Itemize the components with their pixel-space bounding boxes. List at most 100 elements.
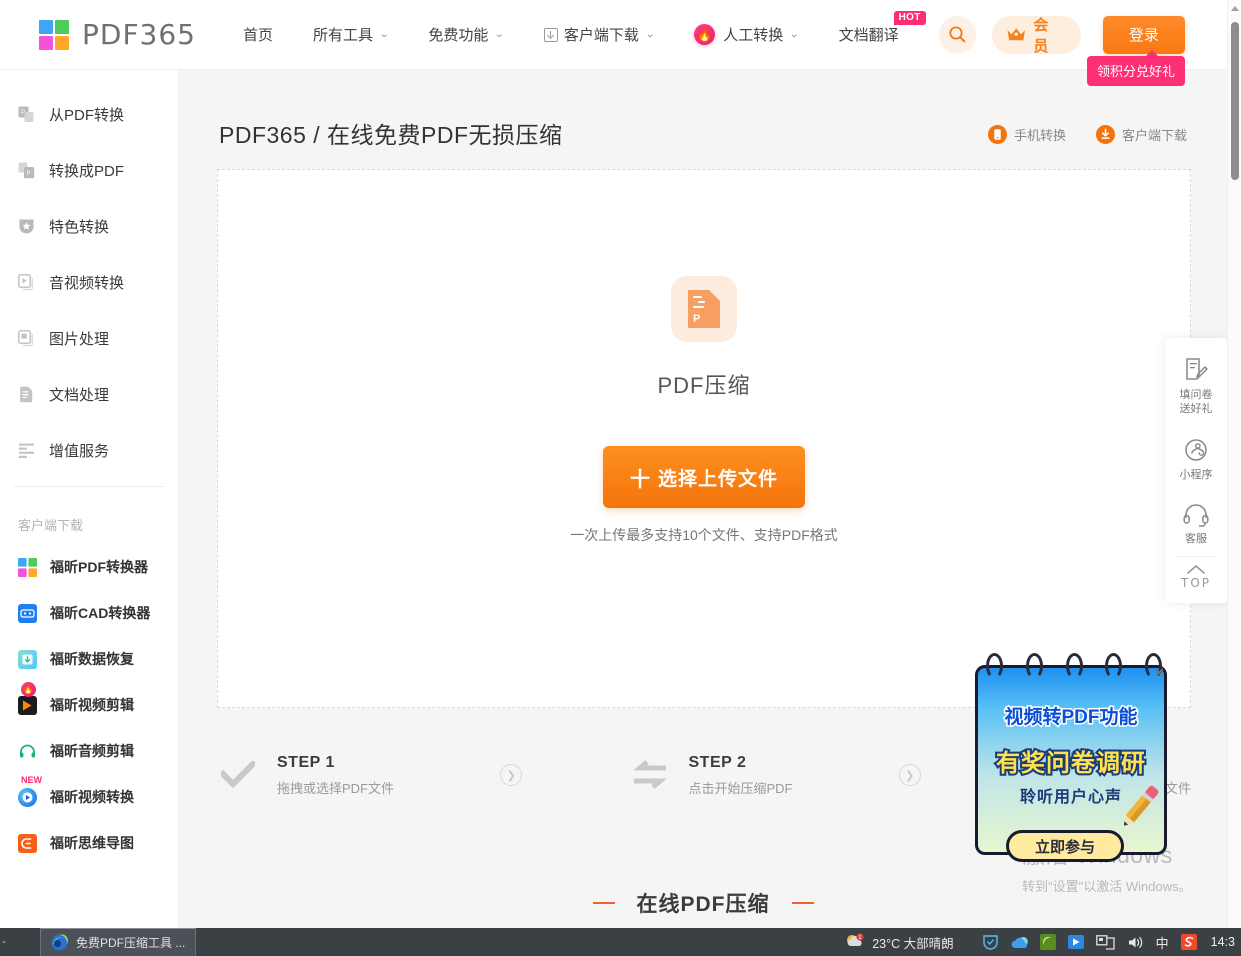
shield-icon[interactable]: [982, 934, 999, 951]
file-dropzone[interactable]: P PDF压缩 十 选择上传文件 一次上传最多支持10个文件、支持PDF格式: [217, 169, 1191, 708]
foxit-pdf-icon: [18, 557, 37, 577]
main-nav: 首页 所有工具 ⌄ 免费功能 ⌄ 客户端下载 ⌄ 🔥 人工转换 ⌄ 文档翻译 H…: [243, 11, 939, 45]
login-button[interactable]: 登录: [1102, 15, 1185, 54]
foxit-mindmap-icon: [18, 833, 37, 853]
nav-label: 客户端下载: [563, 27, 639, 44]
sidebar-item-image[interactable]: 图片处理: [0, 318, 178, 358]
float-miniprogram-button[interactable]: 小程序: [1165, 426, 1227, 492]
scrollbar-thumb[interactable]: [1231, 22, 1239, 180]
crown-icon: [1007, 28, 1025, 41]
sidebar-app-foxit-audio-edit[interactable]: 福昕音频剪辑: [0, 736, 178, 766]
sidebar-item-from-pdf[interactable]: P 从PDF转换: [0, 94, 178, 134]
sidebar-item-featured[interactable]: 特色转换: [0, 206, 178, 246]
section-heading-text: 在线PDF压缩: [636, 893, 770, 916]
top-link-label: 客户端下载: [1121, 128, 1187, 143]
taskbar-weather[interactable]: 1 23°C 大部晴朗: [845, 933, 954, 952]
from-pdf-icon: P: [18, 106, 35, 123]
display-icon[interactable]: [1095, 934, 1115, 950]
sidebar: P 从PDF转换 P 转换成PDF 特色转换 音视频转换 图片处理 文档处理 增…: [0, 70, 179, 928]
chevron-down-icon: ⌄: [378, 29, 390, 40]
new-badge: NEW: [21, 775, 42, 785]
sidebar-app-foxit-cad[interactable]: 福昕CAD转换器: [0, 598, 178, 628]
weather-temp: 23°C: [872, 936, 901, 951]
sidebar-item-document[interactable]: 文档处理: [0, 374, 178, 414]
survey-join-button[interactable]: 立即参与: [1006, 830, 1124, 862]
back-to-top-label: TOP: [1180, 576, 1211, 590]
page-scrollbar[interactable]: [1227, 0, 1241, 928]
sidebar-item-value-added[interactable]: 增值服务: [0, 430, 178, 470]
nav-item-manual-conversion[interactable]: 🔥 人工转换 ⌄: [694, 24, 800, 45]
ime-indicator[interactable]: 中: [1156, 933, 1169, 952]
sidebar-app-foxit-recovery[interactable]: 福昕数据恢复: [0, 644, 178, 674]
survey-icon: [1186, 358, 1208, 380]
vip-label: 会员: [1033, 16, 1049, 55]
sidebar-app-foxit-mindmap[interactable]: 福昕思维导图: [0, 828, 178, 858]
vip-button[interactable]: 会员: [991, 15, 1081, 55]
svg-text:P: P: [27, 171, 31, 177]
nav-item-client-download[interactable]: 客户端下载 ⌄: [543, 24, 655, 45]
scroll-up-button[interactable]: [1228, 0, 1241, 16]
pencil-icon: [1123, 785, 1159, 826]
foxit-recovery-icon: [18, 649, 37, 669]
player-icon[interactable]: [1067, 934, 1084, 950]
sidebar-item-media[interactable]: 音视频转换: [0, 262, 178, 302]
sidebar-app-foxit-video-edit[interactable]: 福昕视频剪辑 🔥: [0, 682, 178, 720]
close-icon[interactable]: ✕: [1150, 664, 1168, 682]
sogou-icon[interactable]: [1180, 934, 1197, 950]
edge-icon: [51, 934, 68, 951]
client-download-link[interactable]: 客户端下载: [1095, 125, 1187, 144]
volume-icon[interactable]: [1127, 935, 1144, 950]
sidebar-app-foxit-pdf[interactable]: 福昕PDF转换器: [0, 552, 178, 582]
taskbar-left: - 免费PDF压缩工具 ...: [0, 928, 197, 956]
list-icon: [18, 442, 35, 459]
dropzone-inner: P PDF压缩 十 选择上传文件 一次上传最多支持10个文件、支持PDF格式: [218, 276, 1190, 545]
foxit-video-edit-icon: [18, 695, 37, 715]
weather-icon: 1: [847, 933, 864, 946]
star-shield-icon: [18, 218, 35, 235]
svg-text:P: P: [693, 313, 700, 325]
section-heading: 在线PDF压缩: [179, 888, 1227, 918]
nav-item-free-features[interactable]: 免费功能 ⌄: [428, 24, 506, 45]
sidebar-app-label: 福昕PDF转换器: [50, 559, 148, 575]
taskbar-right: 1 23°C 大部晴朗 中 14:3: [845, 928, 1241, 956]
float-support-button[interactable]: 客服: [1165, 492, 1227, 556]
nav-item-all-tools[interactable]: 所有工具 ⌄: [313, 24, 390, 45]
search-button[interactable]: [938, 15, 976, 54]
chevron-down-icon: ⌄: [494, 29, 506, 40]
taskbar-clock[interactable]: 14:3: [1211, 935, 1235, 949]
sidebar-item-to-pdf[interactable]: P 转换成PDF: [0, 150, 178, 190]
swap-icon: [629, 754, 671, 796]
mobile-convert-link[interactable]: 手机转换: [987, 125, 1066, 144]
sidebar-app-label: 福昕音频剪辑: [50, 743, 134, 759]
survey-title: 视频转PDF功能: [1003, 706, 1139, 730]
taskbar-active-task[interactable]: 免费PDF压缩工具 ...: [40, 928, 197, 956]
headset-icon: [1183, 504, 1209, 527]
page-title: PDF365 / 在线免费PDF无损压缩: [219, 122, 563, 148]
sidebar-section-title: 客户端下载: [18, 518, 84, 533]
hot-badge: HOT: [893, 11, 926, 25]
foxit-audio-edit-icon: [18, 742, 37, 761]
upload-file-button[interactable]: 十 选择上传文件: [603, 446, 805, 508]
sidebar-item-label: 音视频转换: [49, 274, 125, 292]
site-logo[interactable]: PDF365: [39, 18, 196, 51]
document-icon: [18, 386, 35, 403]
sidebar-app-foxit-video-convert[interactable]: 福昕视频转换 NEW: [0, 775, 178, 812]
heading-dash-left: [592, 902, 615, 904]
onedrive-icon[interactable]: [1011, 935, 1028, 950]
survey-popup[interactable]: ✕ 视频转PDF功能 有奖问卷调研 聆听用户心声 立即参与: [975, 653, 1168, 862]
nav-item-home[interactable]: 首页: [243, 24, 273, 45]
weather-desc: 大部晴朗: [903, 936, 954, 951]
dropzone-hint: 一次上传最多支持10个文件、支持PDF格式: [570, 527, 838, 543]
back-to-top-button[interactable]: TOP: [1165, 557, 1227, 599]
nav-item-doc-translate[interactable]: 文档翻译 HOT: [838, 11, 926, 45]
float-survey-button[interactable]: 填问卷 送好礼: [1165, 346, 1227, 426]
sidebar-item-label: 转换成PDF: [49, 162, 125, 180]
nvidia-icon[interactable]: [1039, 934, 1056, 950]
phone-icon: [987, 125, 1007, 144]
float-label-line1: 填问卷: [1179, 389, 1213, 401]
fire-icon: 🔥: [21, 682, 36, 697]
nav-label: 文档翻译: [838, 27, 899, 44]
system-tray: 中: [976, 933, 1203, 952]
browser-viewport: PDF365 首页 所有工具 ⌄ 免费功能 ⌄ 客户端下载 ⌄ 🔥 人工转换 ⌄…: [0, 0, 1241, 928]
step-2: STEP 2 点击开始压缩PDF: [629, 754, 793, 797]
